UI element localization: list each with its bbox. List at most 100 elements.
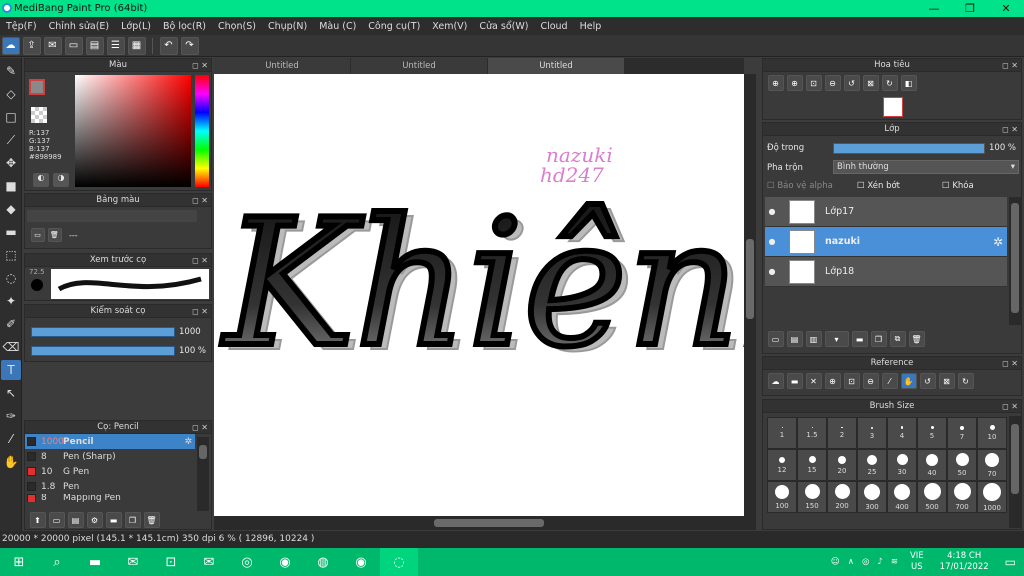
chrome-icon[interactable]: ◉ [266, 548, 304, 576]
lasso-tool-icon[interactable]: ◌ [1, 268, 21, 288]
eraser-tool-icon[interactable]: ◇ [1, 84, 21, 104]
brush-size-cell[interactable]: 200 [827, 481, 857, 513]
brush-size-cell[interactable]: 15 [797, 449, 827, 481]
file-explorer-icon[interactable]: ▬ [76, 548, 114, 576]
menu-capture[interactable]: Chụp(N) [262, 21, 313, 32]
gradient-tool-icon[interactable]: ▬ [1, 222, 21, 242]
blend-mode-select[interactable]: Bình thường ▾ [833, 160, 1019, 174]
layer-folder-icon[interactable]: ▬ [851, 331, 868, 347]
panel-close-icon[interactable]: ◻ ✕ [192, 254, 208, 267]
canvas-vertical-scrollbar[interactable] [744, 74, 756, 516]
new-palette-icon[interactable]: ▭ [30, 228, 45, 242]
hue-slider[interactable] [195, 75, 209, 187]
reference-hand-icon[interactable]: ✋ [900, 373, 917, 389]
brush-delete-icon[interactable]: 🗑 [143, 512, 160, 528]
brush-list-scrollbar[interactable] [197, 437, 209, 511]
menu-layer[interactable]: Lớp(L) [115, 21, 157, 32]
palette-icon[interactable]: ◐ [33, 173, 49, 187]
menu-tools[interactable]: Công cụ(T) [362, 21, 426, 32]
reference-close-icon[interactable]: ✕ [805, 373, 822, 389]
gear-icon[interactable]: ✲ [184, 437, 192, 447]
zalo-icon[interactable]: ◍ [304, 548, 342, 576]
reference-cloud-icon[interactable]: ☁ [767, 373, 784, 389]
operation-tool-icon[interactable]: ↖ [1, 383, 21, 403]
sv-picker[interactable] [75, 75, 191, 187]
brush-opacity-slider[interactable] [31, 346, 175, 356]
new-halftone-layer-icon[interactable]: ▤ [786, 331, 803, 347]
gear-icon[interactable]: ✲ [993, 235, 1003, 249]
brush-size-cell[interactable]: 1000 [977, 481, 1007, 513]
menu-color[interactable]: Màu (C) [313, 21, 362, 32]
menu-filter[interactable]: Bộ lọc(R) [157, 21, 212, 32]
drawing-canvas[interactable]: Khiênk Khiênk nazuki hd247 [214, 74, 744, 516]
share-icon[interactable]: ⇪ [22, 36, 41, 55]
rotate-right-icon[interactable]: ↻ [881, 75, 898, 91]
wifi-icon[interactable]: ≋ [887, 557, 902, 567]
brush-size-cell[interactable]: 5 [917, 417, 947, 449]
brush-item[interactable]: 1000 Pencil ✲ [25, 434, 195, 449]
merge-layer-icon[interactable]: ⧉ [889, 331, 906, 347]
mail-icon[interactable]: ✉ [190, 548, 228, 576]
reference-eyedropper-icon[interactable]: ⁄ [881, 373, 898, 389]
windows-start-icon[interactable]: ⊞ [0, 548, 38, 576]
transparent-swatch[interactable] [31, 107, 47, 123]
brush-size-cell[interactable]: 100 [767, 481, 797, 513]
opacity-slider[interactable] [833, 143, 985, 154]
rectangle-tool-icon[interactable]: □ [1, 107, 21, 127]
reset-view-icon[interactable]: ⊠ [862, 75, 879, 91]
fit-icon[interactable]: ⊡ [805, 75, 822, 91]
horizontal-scroll-thumb[interactable] [434, 519, 544, 527]
brush-item[interactable]: 10 G Pen [25, 464, 195, 479]
keyboard-language[interactable]: VIE US [902, 551, 932, 573]
clipping-checkbox[interactable]: ☐ Xén bớt [857, 181, 942, 191]
brush-size-scrollbar[interactable] [1009, 416, 1021, 528]
reference-zoom-in-icon[interactable]: ⊕ [824, 373, 841, 389]
canvas-horizontal-scrollbar[interactable] [214, 516, 756, 530]
brush-size-cell[interactable]: 400 [887, 481, 917, 513]
volume-icon[interactable]: ♪ [873, 557, 886, 567]
divide-tool-icon[interactable]: ✑ [1, 406, 21, 426]
brush-size-cell[interactable]: 50 [947, 449, 977, 481]
brush-size-cell[interactable]: 20 [827, 449, 857, 481]
menu-window[interactable]: Cửa sổ(W) [473, 21, 534, 32]
menu-edit[interactable]: Chỉnh sửa(E) [43, 21, 116, 32]
minimize-button[interactable]: — [916, 0, 952, 17]
notification-icon[interactable]: ▭ [997, 555, 1024, 569]
brush-size-slider[interactable] [31, 327, 175, 337]
brush-size-cell[interactable]: 3 [857, 417, 887, 449]
tab-untitled-1[interactable]: Untitled [214, 58, 350, 74]
people-icon[interactable]: ☺ [827, 557, 844, 567]
tab-untitled-3[interactable]: Untitled [488, 58, 624, 74]
fill-rect-tool-icon[interactable]: ■ [1, 176, 21, 196]
brush-settings-icon[interactable]: ⚙ [86, 512, 103, 528]
menu-view[interactable]: Xem(V) [426, 21, 473, 32]
tab-untitled-2[interactable]: Untitled [351, 58, 487, 74]
magic-wand-icon[interactable]: ✦ [1, 291, 21, 311]
reference-reset-icon[interactable]: ⊠ [938, 373, 955, 389]
panel-close-icon[interactable]: ◻ ✕ [192, 194, 208, 207]
brush-opacity-value[interactable]: 100 % [179, 346, 206, 356]
comment-icon[interactable]: ✉ [43, 36, 62, 55]
brush-size-cell[interactable]: 25 [857, 449, 887, 481]
layer-row[interactable]: ● nazuki ✲ [765, 227, 1007, 257]
page-icon[interactable]: ▭ [64, 36, 83, 55]
brush-copy-icon[interactable]: ▤ [67, 512, 84, 528]
panel-close-icon[interactable]: ◻ ✕ [1002, 123, 1018, 136]
delete-layer-icon[interactable]: 🗑 [908, 331, 925, 347]
menu-file[interactable]: Tệp(F) [0, 21, 43, 32]
hand-tool-icon[interactable]: ✋ [1, 452, 21, 472]
layer-row[interactable]: ● Lớp17 [765, 197, 1007, 227]
navigator-thumbnail[interactable] [883, 97, 903, 117]
brush-size-cell[interactable]: 70 [977, 449, 1007, 481]
reference-rotate-right-icon[interactable]: ↻ [957, 373, 974, 389]
brush-size-cell[interactable]: 700 [947, 481, 977, 513]
gift-icon[interactable]: ✉ [114, 548, 152, 576]
medibang-icon[interactable]: ◌ [380, 548, 418, 576]
zoom-in-icon[interactable]: ⊕ [767, 75, 784, 91]
zoom-out-icon[interactable]: ⊖ [824, 75, 841, 91]
eye-icon[interactable]: ● [765, 267, 779, 276]
menu-cloud[interactable]: Cloud [534, 21, 573, 32]
protect-alpha-checkbox[interactable]: ☐ Bảo vệ alpha [767, 181, 857, 191]
brush-size-cell[interactable]: 4 [887, 417, 917, 449]
brush-item[interactable]: 1.8 Pen [25, 479, 195, 494]
